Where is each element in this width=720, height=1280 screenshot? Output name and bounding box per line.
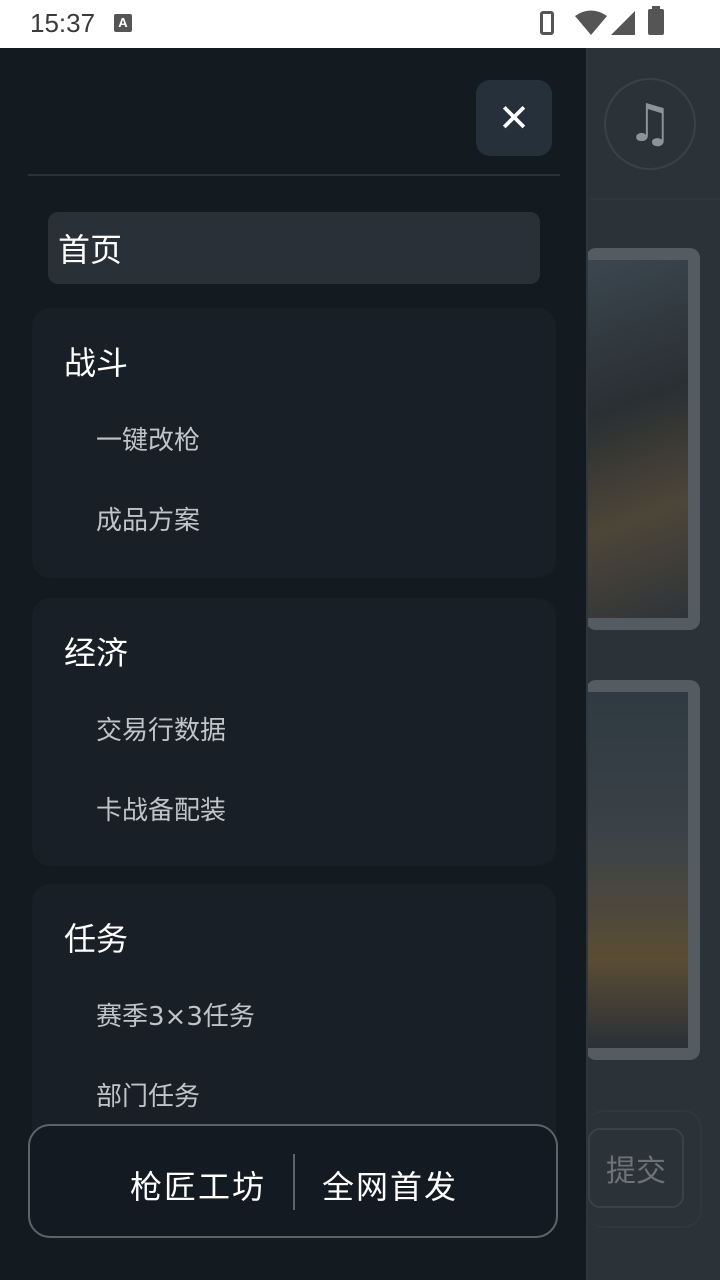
section-title: 任务 [64, 920, 129, 958]
phone-icon [540, 11, 554, 35]
nav-item[interactable]: 一键改枪 [96, 420, 200, 457]
background-card-image[interactable] [586, 680, 700, 1060]
submit-button[interactable]: 提交 [588, 1128, 684, 1208]
nav-item[interactable]: 交易行数据 [96, 710, 226, 747]
background-card-image[interactable] [586, 248, 700, 630]
wifi-icon [575, 10, 607, 35]
status-time: 15:37 [30, 8, 96, 38]
navigation-drawer: ✕ 首页 战斗 一键改枪 成品方案 经济 交易行数据 卡战备配装 任务 赛季3×… [0, 48, 588, 1280]
nav-item[interactable]: 赛季3×3任务 [96, 996, 255, 1033]
close-button[interactable]: ✕ [476, 80, 552, 156]
nav-item[interactable]: 成品方案 [96, 500, 200, 537]
nav-item[interactable]: 卡战备配装 [96, 790, 226, 827]
footer-left-label: 枪匠工坊 [130, 1168, 267, 1206]
section-title: 经济 [64, 634, 129, 672]
nav-item[interactable]: 部门任务 [96, 1076, 200, 1113]
signal-icon [611, 11, 635, 35]
footer-banner[interactable]: 枪匠工坊 全网首发 [28, 1124, 558, 1238]
background-divider [590, 198, 720, 200]
nav-section-combat: 战斗 一键改枪 成品方案 [32, 308, 556, 578]
music-icon[interactable]: ♫ [604, 78, 696, 170]
nav-item-home[interactable]: 首页 [48, 212, 540, 284]
status-bar: 15:37 A [0, 0, 720, 48]
section-title: 战斗 [64, 344, 129, 382]
close-icon: ✕ [498, 96, 530, 140]
footer-right-label: 全网首发 [322, 1168, 459, 1206]
footer-divider [293, 1154, 295, 1210]
nav-section-economy: 经济 交易行数据 卡战备配装 [32, 598, 556, 866]
notification-a-icon: A [114, 14, 132, 32]
battery-icon [648, 6, 664, 35]
